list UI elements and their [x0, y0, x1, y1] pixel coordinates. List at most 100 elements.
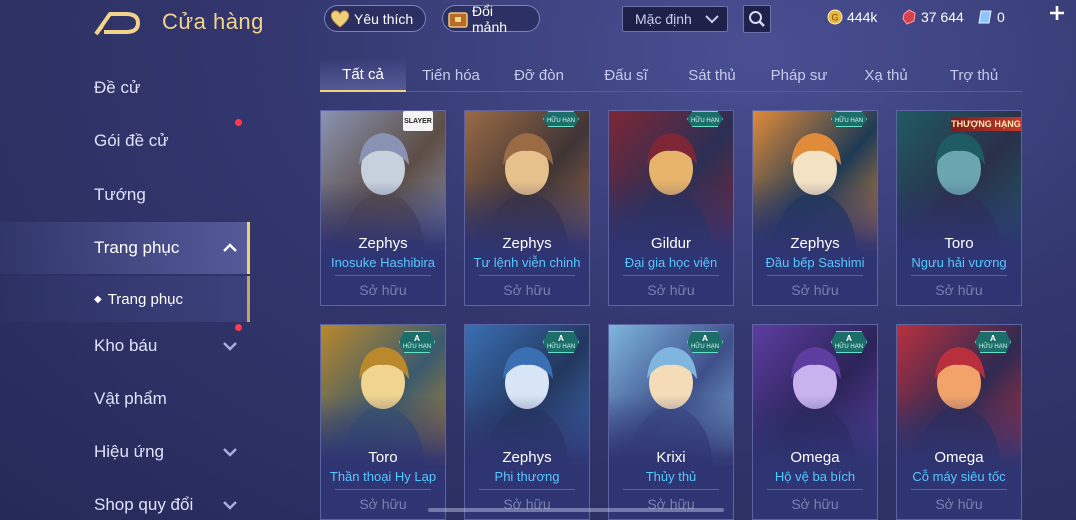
ownership-status: Sở hữu	[503, 282, 551, 298]
category-tab[interactable]: Trợ thủ	[930, 58, 1018, 92]
category-tab[interactable]: Pháp sư	[756, 58, 842, 92]
sidebar-item[interactable]: Gói đề cử	[0, 115, 250, 167]
voucher-icon	[976, 8, 994, 26]
sidebar: Đề cử Gói đề cử Tướng Trang phục Kho báu Vật …	[0, 62, 252, 520]
skin-card[interactable]: HỮU HẠN Zephys Tư lệnh viễn chinh Sở hữu	[464, 110, 590, 306]
category-tab[interactable]: Sát thủ	[670, 58, 754, 92]
scrollbar[interactable]	[428, 508, 724, 512]
red-gem-icon	[900, 8, 918, 26]
skin-name: Thần thoại Hy Lạp	[329, 469, 437, 484]
skin-card[interactable]: THƯỢNG HẠNG Toro Ngưu hải vương Sở hữu	[896, 110, 1022, 306]
skin-name: Cỗ máy siêu tốc	[912, 469, 1006, 484]
favorites-button[interactable]: Yêu thích	[324, 5, 426, 32]
heart-icon	[329, 9, 351, 29]
skin-name: Đầu bếp Sashimi	[765, 255, 865, 270]
badge-text: HỮU HẠN	[834, 344, 864, 350]
skin-grid: SLAYER Zephys Inosuke Hashibira Sở hữu HỮU H…	[320, 110, 1022, 520]
category-tab[interactable]: Xạ thủ	[844, 58, 928, 92]
hero-name: Zephys	[358, 235, 408, 252]
chevron-down-icon	[223, 342, 237, 351]
skin-card[interactable]: HỮU HẠN Zephys Đầu bếp Sashimi Sở hữu	[752, 110, 878, 306]
back-button[interactable]	[92, 8, 144, 38]
sidebar-item[interactable]: Trang phục	[0, 222, 250, 274]
sidebar-item-label: Trang phục	[94, 238, 180, 257]
sort-dropdown[interactable]: Mặc định	[622, 6, 728, 32]
badge-text: HỮU HẠN	[834, 118, 864, 124]
sidebar-item[interactable]: Vật phẩm	[0, 373, 250, 425]
voucher-balance: 0	[976, 6, 1005, 28]
badge-text: HỮU HẠN	[546, 118, 576, 124]
hero-name: Omega	[934, 449, 984, 466]
sidebar-item[interactable]: Đề cử	[0, 62, 250, 114]
notification-dot	[235, 324, 242, 331]
voucher-amount: 0	[997, 9, 1005, 25]
back-arrow-icon	[94, 12, 140, 36]
search-button[interactable]	[743, 5, 771, 33]
card-divider	[335, 489, 431, 490]
shard-chest-icon	[447, 9, 469, 29]
skin-card[interactable]: HỮU HẠN Gildur Đại gia học viện Sở hữu	[608, 110, 734, 306]
premium-ribbon: THƯỢNG HẠNG	[951, 117, 1021, 131]
hero-name: Zephys	[502, 449, 552, 466]
category-tab[interactable]: Tiến hóa	[408, 58, 494, 92]
skin-card[interactable]: A HỮU HẠN Krixi Thủy thủ Sở hữu	[608, 324, 734, 520]
skin-card[interactable]: A HỮU HẠN Omega Cỗ máy siêu tốc Sở hữu	[896, 324, 1022, 520]
skin-name: Phi thương	[494, 469, 560, 484]
hero-name: Omega	[790, 449, 840, 466]
chevron-down-icon	[705, 15, 719, 24]
chevron-down-icon	[223, 448, 237, 457]
card-divider	[335, 275, 431, 276]
search-icon	[749, 11, 765, 27]
card-divider	[911, 489, 1007, 490]
badge-text: HỮU HẠN	[690, 344, 720, 350]
favorites-label: Yêu thích	[354, 10, 414, 27]
skin-card[interactable]: A HỮU HẠN Omega Hộ vệ ba bích Sở hữu	[752, 324, 878, 520]
category-tab[interactable]: Đỡ đòn	[496, 58, 582, 92]
gold-balance: G 444k	[826, 6, 877, 28]
hero-name: Zephys	[502, 235, 552, 252]
hero-name: Krixi	[656, 449, 686, 466]
gem-balance: 37 644	[900, 6, 964, 28]
notification-dot	[235, 119, 242, 126]
limited-badge: A HỮU HẠN	[831, 331, 867, 353]
limited-badge: A HỮU HẠN	[975, 331, 1011, 353]
limited-badge: A HỮU HẠN	[543, 331, 579, 353]
hero-name: Gildur	[650, 235, 691, 252]
ownership-status: Sở hữu	[935, 496, 983, 512]
category-tab[interactable]: Đấu sĩ	[584, 58, 668, 92]
skin-card[interactable]: SLAYER Zephys Inosuke Hashibira Sở hữu	[320, 110, 446, 306]
hero-name: Toro	[944, 235, 974, 252]
limited-badge: HỮU HẠN	[687, 111, 723, 127]
ownership-status: Sở hữu	[791, 496, 839, 512]
card-divider	[479, 275, 575, 276]
badge-text: HỮU HẠN	[402, 344, 432, 350]
add-currency-button[interactable]	[1046, 4, 1068, 28]
category-tab[interactable]: Tất cả	[320, 58, 406, 92]
sidebar-subitem[interactable]: ◆ Trang phục	[0, 276, 250, 322]
sidebar-item-label: Hiệu ứng	[94, 442, 164, 461]
card-divider	[623, 489, 719, 490]
skin-card[interactable]: A HỮU HẠN Zephys Phi thương Sở hữu	[464, 324, 590, 520]
sidebar-item-label: Shop quy đổi	[94, 495, 194, 514]
ownership-status: Sở hữu	[935, 282, 983, 298]
limited-badge: HỮU HẠN	[543, 111, 579, 127]
sidebar-item-label: Vật phẩm	[94, 389, 167, 408]
skin-name: Thủy thủ	[645, 469, 697, 484]
card-divider	[911, 275, 1007, 276]
skin-name: Ngưu hải vương	[911, 255, 1007, 270]
skin-card[interactable]: A HỮU HẠN Toro Thần thoại Hy Lạp Sở hữu	[320, 324, 446, 520]
sidebar-item[interactable]: Tướng	[0, 169, 250, 221]
shard-exchange-button[interactable]: Đổi mảnh	[442, 2, 540, 35]
hero-name: Zephys	[790, 235, 840, 252]
sidebar-item[interactable]: Hiệu ứng	[0, 426, 250, 478]
collab-logo: SLAYER	[403, 111, 433, 131]
sidebar-item[interactable]: Kho báu	[0, 320, 250, 372]
skin-name: Hộ vệ ba bích	[774, 469, 856, 484]
sort-value: Mặc định	[635, 11, 692, 27]
limited-badge: HỮU HẠN	[831, 111, 867, 127]
sidebar-item[interactable]: Shop quy đổi	[0, 479, 250, 520]
gem-amount: 37 644	[921, 9, 964, 25]
shard-exchange-label: Đổi mảnh	[472, 2, 508, 35]
ownership-status: Sở hữu	[359, 282, 407, 298]
badge-text: HỮU HẠN	[546, 344, 576, 350]
